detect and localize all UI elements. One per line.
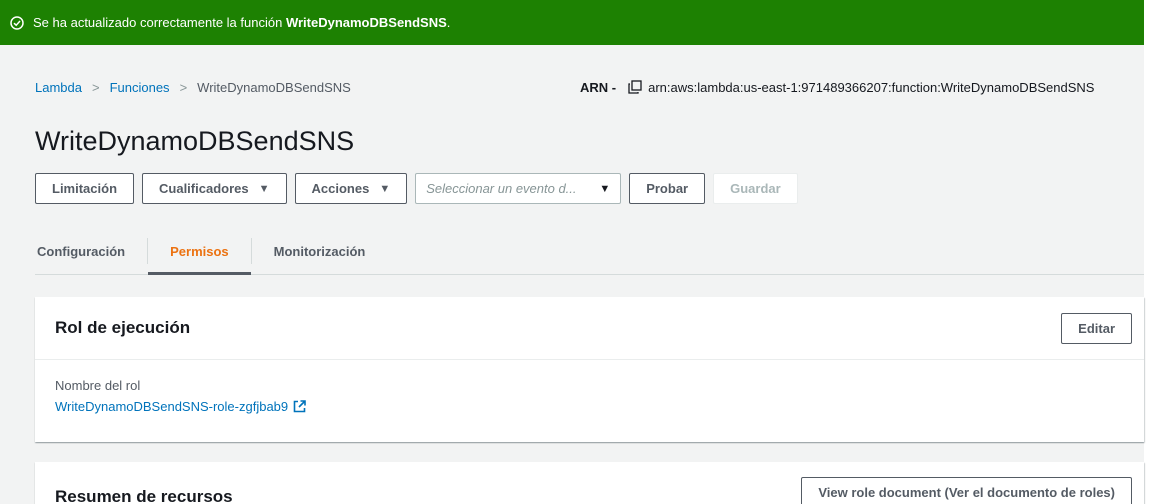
edit-button[interactable]: Editar bbox=[1061, 312, 1132, 344]
breadcrumb-separator: > bbox=[91, 79, 100, 95]
execution-role-header: Rol de ejecución Editar bbox=[35, 297, 1144, 360]
page-edge bbox=[1144, 0, 1156, 504]
check-circle-icon bbox=[10, 15, 24, 30]
breadcrumb-separator: > bbox=[179, 79, 188, 95]
caret-down-icon: ▼ bbox=[379, 182, 391, 195]
success-flash-banner: Se ha actualizado correctamente la funci… bbox=[0, 0, 1144, 45]
copy-icon[interactable] bbox=[628, 80, 642, 94]
flash-function-name: WriteDynamoDBSendSNS bbox=[285, 15, 447, 30]
function-tabs: Configuración Permisos Monitorización bbox=[35, 228, 1144, 275]
save-button[interactable]: Guardar bbox=[713, 173, 798, 204]
resource-summary-panel: Resumen de recursos View role document (… bbox=[35, 462, 1144, 504]
execution-role-body: Nombre del rol WriteDynamoDBSendSNS-role… bbox=[35, 360, 1144, 430]
caret-down-icon: ▼ bbox=[258, 182, 270, 195]
tab-configuration[interactable]: Configuración bbox=[35, 228, 147, 274]
tab-permissions[interactable]: Permisos bbox=[148, 228, 251, 275]
execution-role-title: Rol de ejecución bbox=[55, 318, 191, 337]
test-event-select[interactable]: Seleccionar un evento d... ▼ bbox=[415, 173, 622, 204]
page-title: WriteDynamoDBSendSNS bbox=[35, 126, 355, 156]
actions-dropdown[interactable]: Acciones ▼ bbox=[294, 173, 408, 204]
breadcrumb-functions[interactable]: Funciones bbox=[110, 80, 170, 95]
test-event-placeholder: Seleccionar un evento d... bbox=[426, 181, 577, 196]
throttle-button[interactable]: Limitación bbox=[35, 173, 135, 204]
role-name-link[interactable]: WriteDynamoDBSendSNS-role-zgfjbab9 bbox=[55, 399, 1124, 414]
resource-summary-title: Resumen de recursos bbox=[55, 487, 233, 504]
resource-summary-header: Resumen de recursos View role document (… bbox=[35, 462, 1144, 504]
arn-label: ARN - bbox=[580, 79, 617, 95]
view-role-document-button[interactable]: View role document (Ver el documento de … bbox=[801, 477, 1132, 504]
function-toolbar: Limitación Cualificadores ▼ Acciones ▼ Sel… bbox=[35, 173, 806, 204]
flash-message: Se ha actualizado correctamente la funci… bbox=[33, 15, 451, 30]
breadcrumb-current: WriteDynamoDBSendSNS bbox=[197, 79, 351, 95]
caret-down-icon: ▼ bbox=[599, 182, 611, 195]
role-name-label: Nombre del rol bbox=[55, 378, 141, 393]
execution-role-panel: Rol de ejecución Editar Nombre del rol W… bbox=[35, 297, 1144, 442]
tab-monitoring[interactable]: Monitorización bbox=[252, 228, 388, 274]
qualifiers-dropdown[interactable]: Cualificadores ▼ bbox=[142, 173, 287, 204]
breadcrumb-lambda[interactable]: Lambda bbox=[35, 80, 82, 95]
test-button[interactable]: Probar bbox=[629, 173, 706, 204]
arn-value: arn:aws:lambda:us-east-1:971489366207:fu… bbox=[648, 79, 1095, 95]
breadcrumb: Lambda > Funciones > WriteDynamoDBSendSN… bbox=[35, 78, 351, 96]
external-link-icon bbox=[293, 400, 306, 413]
arn-display: ARN - arn:aws:lambda:us-east-1:971489366… bbox=[580, 78, 1144, 96]
